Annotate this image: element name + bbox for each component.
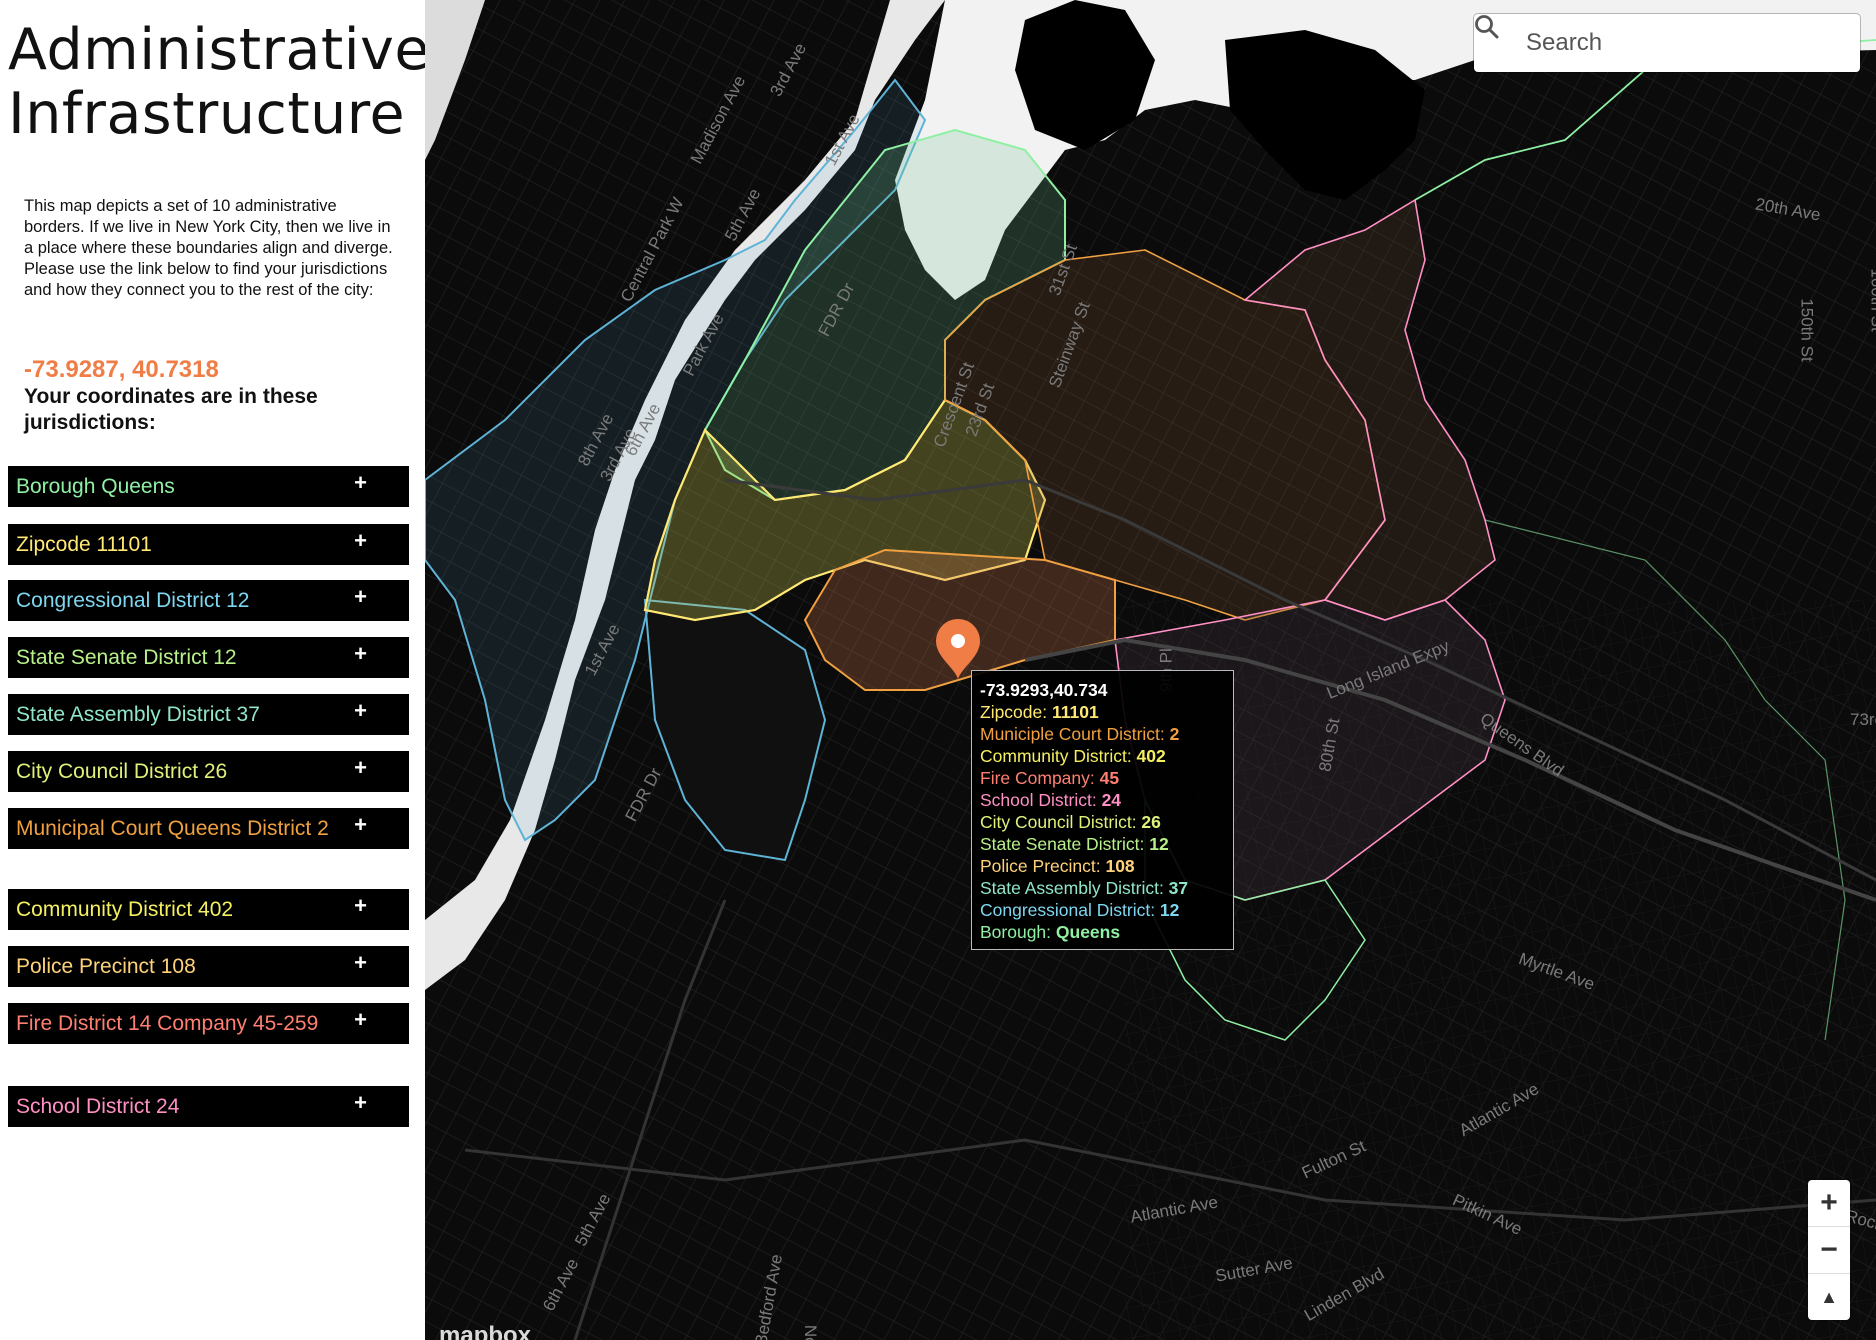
jurisdiction-label: School District 24 — [16, 1095, 180, 1118]
street-label: 160th St — [1867, 268, 1876, 332]
expand-icon[interactable]: + — [354, 893, 367, 918]
tooltip-row-value: 12 — [1159, 900, 1180, 920]
expand-icon[interactable]: + — [354, 812, 367, 837]
jurisdiction-item[interactable]: Police Precinct 108 + — [8, 946, 409, 987]
page-title: Administrative Infrastructure — [8, 18, 430, 146]
zoom-out-button[interactable]: − — [1808, 1227, 1850, 1274]
jurisdiction-label: Zipcode 11101 — [16, 533, 152, 556]
tooltip-row-value: 45 — [1099, 768, 1120, 788]
jurisdiction-label: Community District 402 — [16, 898, 234, 921]
jurisdiction-label: State Assembly District 37 — [16, 703, 260, 726]
jurisdiction-item[interactable]: Municipal Court Queens District 2 + — [8, 808, 409, 849]
tooltip-row: Borough: Queens — [980, 921, 1225, 943]
jurisdiction-item[interactable]: Borough Queens + — [8, 466, 409, 507]
tooltip-row-value: 12 — [1149, 834, 1169, 854]
map-canvas[interactable]: Madison Ave 3rd Ave 1st Ave 5th Ave Central … — [425, 0, 1876, 1340]
tooltip-row-label: Police Precinct: — [980, 856, 1106, 876]
jurisdiction-item[interactable]: Fire District 14 Company 45-259 + — [8, 1003, 409, 1044]
jurisdiction-item[interactable]: Zipcode 11101 + — [8, 524, 409, 565]
zoom-in-button[interactable]: + — [1808, 1180, 1850, 1227]
tooltip-row-label: Community District: — [980, 746, 1137, 766]
title-line-2: Infrastructure — [8, 81, 406, 147]
jurisdiction-item[interactable]: Community District 402 + — [8, 889, 409, 930]
tooltip-row: Community District: 402 — [980, 745, 1225, 767]
tooltip-row: Zipcode: 11101 — [980, 701, 1225, 723]
jurisdiction-item[interactable]: City Council District 26 + — [8, 751, 409, 792]
tooltip-row-label: Zipcode: — [980, 702, 1052, 722]
jurisdiction-label: City Council District 26 — [16, 760, 228, 783]
tooltip-row: State Assembly District: 37 — [980, 877, 1225, 899]
expand-icon[interactable]: + — [354, 1090, 367, 1115]
jurisdiction-label: Congressional District 12 — [16, 589, 250, 612]
tooltip-row-label: Congressional District: — [980, 900, 1160, 920]
search-icon — [1475, 15, 1499, 39]
tooltip-row-value: 11101 — [1051, 702, 1099, 722]
tooltip-row-value: 26 — [1141, 812, 1161, 832]
jurisdiction-item[interactable]: State Senate District 12 + — [8, 637, 409, 678]
title-line-1: Administrative — [8, 17, 430, 83]
coordinates-readout: -73.9287, 40.7318 — [24, 356, 219, 383]
expand-icon[interactable]: + — [354, 698, 367, 723]
tooltip-row-value: 402 — [1136, 746, 1166, 766]
expand-icon[interactable]: + — [354, 950, 367, 975]
jurisdiction-label: State Senate District 12 — [16, 646, 237, 669]
street-label: 150th St — [1797, 298, 1817, 362]
tooltip-row-label: Fire Company: — [980, 768, 1100, 788]
tooltip-row-value: 2 — [1169, 724, 1180, 744]
jurisdiction-item[interactable]: School District 24 + — [8, 1086, 409, 1127]
zoom-controls: + − ▲ — [1808, 1180, 1850, 1320]
tooltip-row: Congressional District: 12 — [980, 899, 1225, 921]
tooltip-row-label: School District: — [980, 790, 1102, 810]
tooltip-row: Fire Company: 45 — [980, 767, 1225, 789]
tooltip-row: School District: 24 — [980, 789, 1225, 811]
tooltip-row-value: 24 — [1101, 790, 1122, 810]
tooltip-rows: Zipcode: 11101 Municiple Court District: … — [980, 701, 1225, 943]
mapbox-logo[interactable]: mapbox — [439, 1322, 531, 1340]
sidebar: Administrative Infrastructure This map d… — [0, 0, 429, 1340]
search-input[interactable] — [1524, 22, 1848, 64]
tooltip-row: Police Precinct: 108 — [980, 855, 1225, 877]
coordinates-label: Your coordinates are in these jurisdicti… — [24, 385, 318, 434]
jurisdiction-label: Police Precinct 108 — [16, 955, 196, 978]
tooltip-row-label: Municiple Court District: — [980, 724, 1170, 744]
intro-text: This map depicts a set of 10 administrat… — [24, 197, 393, 299]
expand-icon[interactable]: + — [354, 755, 367, 780]
tooltip-row: City Council District: 26 — [980, 811, 1225, 833]
jurisdiction-item[interactable]: Congressional District 12 + — [8, 580, 409, 621]
tooltip-row-value: Queens — [1055, 922, 1121, 942]
compass-button[interactable]: ▲ — [1808, 1274, 1850, 1320]
expand-icon[interactable]: + — [354, 641, 367, 666]
tooltip-row-label: State Assembly District: — [980, 878, 1169, 898]
location-tooltip: -73.9293,40.734 Zipcode: 11101 Municiple … — [971, 670, 1234, 950]
street-label: 73rd — [1850, 710, 1876, 729]
expand-icon[interactable]: + — [354, 584, 367, 609]
street-label: Nos — [801, 1324, 821, 1340]
expand-icon[interactable]: + — [354, 528, 367, 553]
tooltip-row-label: City Council District: — [980, 812, 1142, 832]
tooltip-coords: -73.9293,40.734 — [980, 680, 1108, 700]
search-box[interactable] — [1474, 14, 1860, 72]
tooltip-row-value: 108 — [1105, 856, 1135, 876]
expand-icon[interactable]: + — [354, 470, 367, 495]
jurisdiction-label: Fire District 14 Company 45-259 — [16, 1012, 319, 1035]
tooltip-row-label: State Senate District: — [980, 834, 1150, 854]
jurisdiction-label: Municipal Court Queens District 2 — [16, 817, 329, 840]
expand-icon[interactable]: + — [354, 1007, 367, 1032]
tooltip-row: State Senate District: 12 — [980, 833, 1225, 855]
tooltip-row-label: Borough: — [980, 922, 1056, 942]
jurisdiction-item[interactable]: State Assembly District 37 + — [8, 694, 409, 735]
tooltip-row-value: 37 — [1168, 878, 1189, 898]
jurisdiction-label: Borough Queens — [16, 475, 175, 498]
tooltip-row: Municiple Court District: 2 — [980, 723, 1225, 745]
